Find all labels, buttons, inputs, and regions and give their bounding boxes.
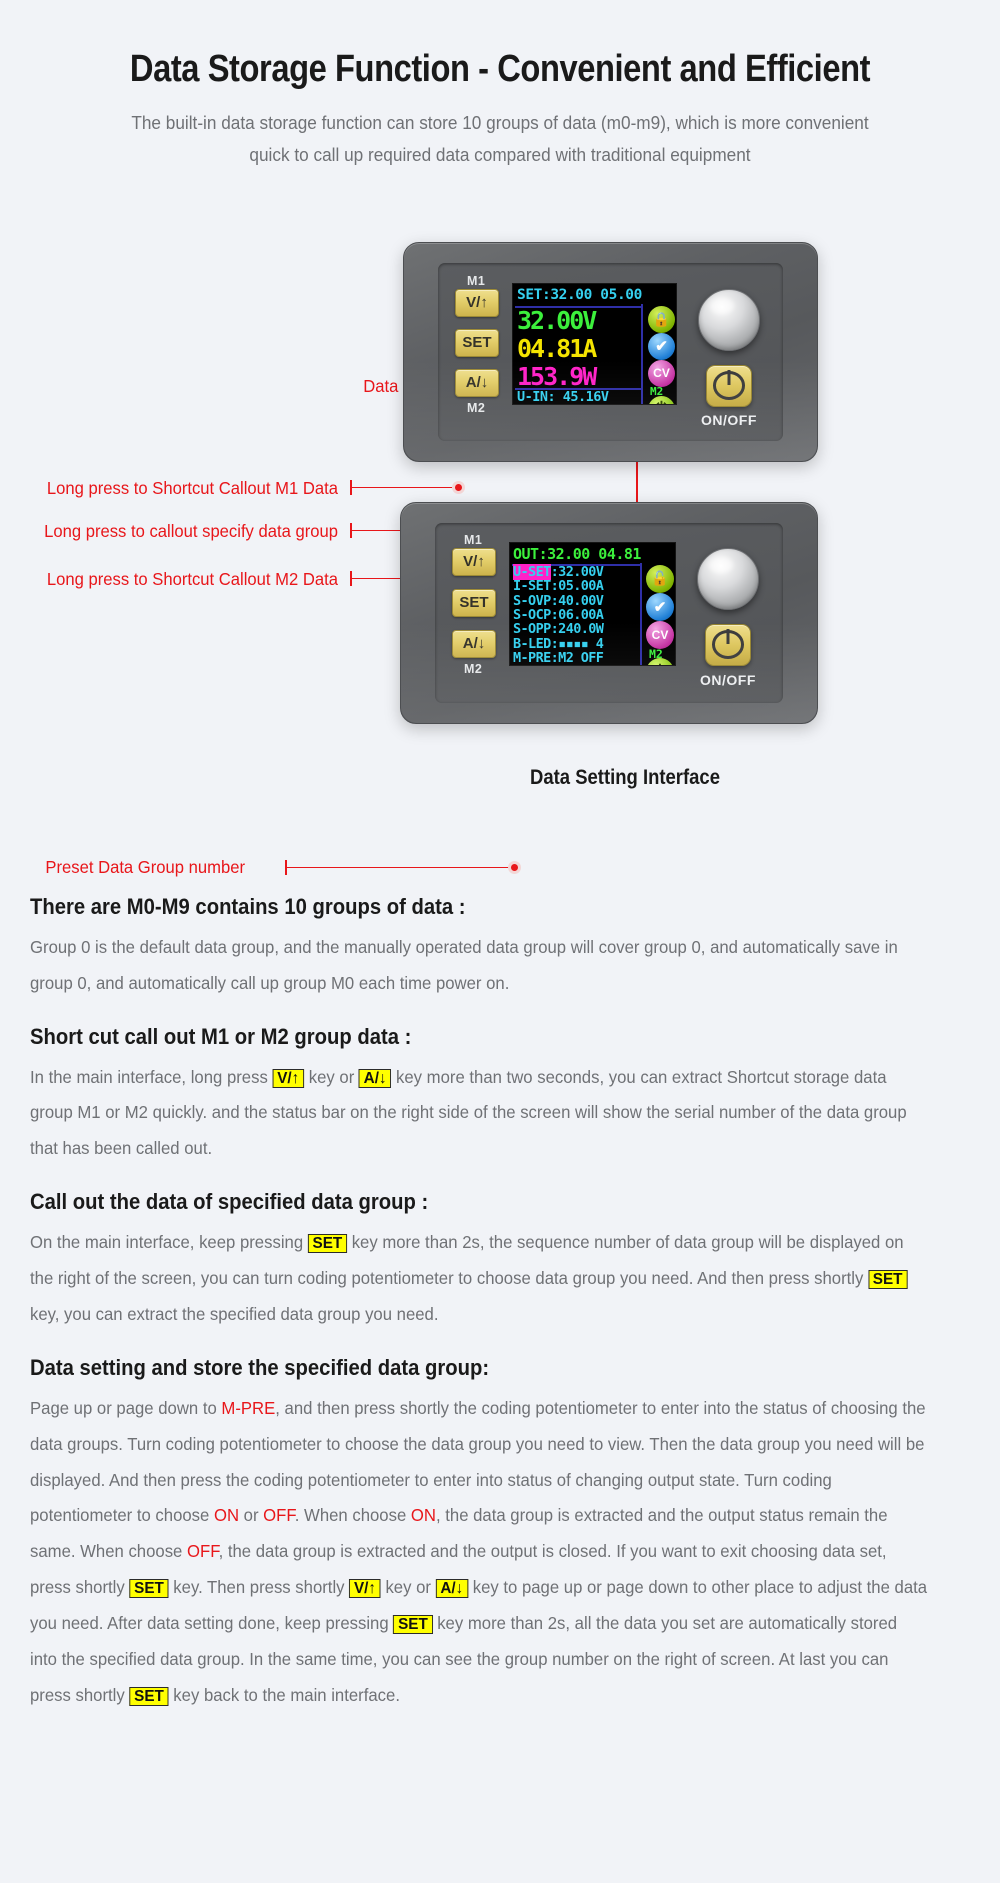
callout-long-press-m2: Long press to Shortcut Callout M2 Data <box>46 568 339 589</box>
kbd-v-up: V/↑ <box>349 1579 381 1599</box>
key-current-down[interactable]: A/↓ <box>455 368 499 397</box>
onoff-button[interactable] <box>706 364 752 407</box>
key-voltage-up[interactable]: V/↑ <box>455 288 499 317</box>
callout-long-press-m1: Long press to Shortcut Callout M1 Data <box>46 477 339 498</box>
text-fragment: In the main interface, long press <box>30 1066 273 1087</box>
highlight-off: OFF <box>263 1505 295 1526</box>
text-fragment: Page up or page down to <box>30 1397 222 1418</box>
onoff-button[interactable] <box>705 623 751 666</box>
kbd-set: SET <box>129 1579 169 1599</box>
key-label-m2: M2 <box>464 661 483 676</box>
diagram-caption: Data Setting Interface <box>530 765 720 789</box>
text-fragment: key, you can extract the specified data … <box>30 1303 439 1324</box>
power-symbol-icon <box>713 371 745 401</box>
key-label-m1: M1 <box>464 532 483 547</box>
coding-potentiometer-knob[interactable] <box>698 288 760 351</box>
callout-dot <box>508 860 521 874</box>
text-fragment: key back to the main interface. <box>168 1684 400 1705</box>
article-body: There are M0-M9 contains 10 groups of da… <box>0 894 1000 1714</box>
screen-setting-row: U-SET:32.00V <box>513 563 641 580</box>
screen-current-value: 04.81A <box>517 333 597 363</box>
text-fragment: key or <box>304 1066 359 1087</box>
page-root: { "header": { "title": "Data Storage Fun… <box>0 0 1000 1883</box>
screen-uin-value: U-IN: 45.16V <box>517 388 609 405</box>
cv-icon: CV <box>648 359 675 387</box>
onoff-label: ON/OFF <box>700 671 756 688</box>
callout-dot <box>452 480 465 494</box>
screen-set-line: SET:32.00 05.00 <box>517 286 642 303</box>
screen-settings-list: U-SET:32.00V I-SET:05.00A S-OVP:40.00V S-OC… <box>513 563 641 665</box>
section-heading-1: There are M0-M9 contains 10 groups of da… <box>30 893 466 919</box>
section-heading-3: Call out the data of specified data grou… <box>30 1189 429 1215</box>
page-title: Data Storage Function - Convenient and E… <box>129 48 871 90</box>
screen-voltage-value: 32.00V <box>517 305 597 335</box>
highlight-off: OFF <box>186 1541 219 1562</box>
key-label-m1: M1 <box>467 273 486 288</box>
key-set[interactable]: SET <box>452 588 496 617</box>
section-body-3: On the main interface, keep pressing SET… <box>30 1225 928 1333</box>
kbd-a-down: A/↓ <box>358 1068 392 1088</box>
kbd-set: SET <box>393 1615 433 1634</box>
highlight-on: ON <box>213 1505 240 1526</box>
section-body-2: In the main interface, long press V/↑ ke… <box>30 1060 928 1168</box>
key-label-m2: M2 <box>467 400 486 415</box>
kbd-set: SET <box>868 1270 908 1289</box>
section-heading-2: Short cut call out M1 or M2 group data : <box>30 1023 412 1049</box>
device-setting-interface: M1 V/↑ SET A/↓ M2 OUT:32.00 04.81 U-SET:… <box>400 501 818 724</box>
coding-potentiometer-knob[interactable] <box>697 547 759 610</box>
lock-open-icon: 🔓 <box>646 564 674 593</box>
screen-setting-value: :M2 OFF <box>550 650 604 666</box>
device-screen-setting: OUT:32.00 04.81 U-SET:32.00V I-SET:05.00A… <box>509 541 676 666</box>
screen-setting-row: S-OVP:40.00V <box>513 593 641 608</box>
section-heading-4: Data setting and store the specified dat… <box>30 1354 490 1380</box>
section-body-4: Page up or page down to M-PRE, and then … <box>30 1391 928 1714</box>
text-fragment: . When choose <box>294 1505 411 1526</box>
text-fragment: key. Then press shortly <box>168 1577 350 1598</box>
key-set[interactable]: SET <box>455 328 499 357</box>
screen-setting-label: M-PRE <box>513 650 551 666</box>
screen-setting-row: M-PRE:M2 OFF <box>513 651 641 665</box>
kbd-set: SET <box>307 1234 348 1254</box>
key-voltage-up[interactable]: V/↑ <box>452 547 496 576</box>
callout-preset-data-group: Preset Data Group number <box>45 856 246 877</box>
check-icon: ✔ <box>646 592 674 621</box>
onoff-label: ON/OFF <box>701 411 757 428</box>
kbd-v-up: V/↑ <box>272 1068 305 1088</box>
text-fragment: key or <box>380 1577 436 1598</box>
kbd-a-down: A/↓ <box>435 1579 469 1599</box>
power-symbol-icon <box>712 630 744 660</box>
page-header: Data Storage Function - Convenient and E… <box>0 0 1000 172</box>
screen-setting-row: B-LED:▪▪▪▪ 4 <box>513 637 641 651</box>
check-icon: ✔ <box>648 332 675 360</box>
callout-long-press-specify: Long press to callout specify data group <box>44 520 338 541</box>
callout-leader <box>285 866 513 869</box>
page-subtitle-line2: quick to call up required data compared … <box>249 144 751 166</box>
section-body-1: Group 0 is the default data group, and t… <box>30 936 898 993</box>
kbd-set: SET <box>129 1686 169 1706</box>
screen-setting-row: I-SET:05.00A <box>513 579 641 593</box>
cv-icon: CV <box>646 620 674 649</box>
lock-icon: 🔒 <box>648 305 675 333</box>
device-main-interface: M1 V/↑ SET A/↓ M2 SET:32.00 05.00 32.00V… <box>403 241 818 462</box>
device-screen-main: SET:32.00 05.00 32.00V 04.81A 153.9W U-I… <box>512 282 677 405</box>
text-fragment: On the main interface, keep pressing <box>30 1232 308 1253</box>
screen-status-bar: 🔒 ✔ CV M2 ⏻ <box>641 303 676 404</box>
key-current-down[interactable]: A/↓ <box>452 629 496 658</box>
page-subtitle-line1: The built-in data storage function can s… <box>131 112 869 133</box>
screen-power-value: 153.9W <box>517 361 597 391</box>
screen-setting-row: S-OPP:240.0W <box>513 622 641 636</box>
screen-status-bar: 🔓 ✔ CV M2 ⏻ <box>640 562 675 665</box>
highlight-m-pre: M-PRE <box>221 1397 276 1418</box>
screen-out-line: OUT:32.00 04.81 <box>513 544 641 563</box>
device-diagram: Data Group Indication Long press to Shor… <box>0 184 1000 894</box>
screen-setting-row: S-OCP:06.00A <box>513 608 641 622</box>
highlight-on: ON <box>410 1505 436 1526</box>
callout-leader <box>350 486 458 489</box>
text-fragment: or <box>239 1505 264 1526</box>
